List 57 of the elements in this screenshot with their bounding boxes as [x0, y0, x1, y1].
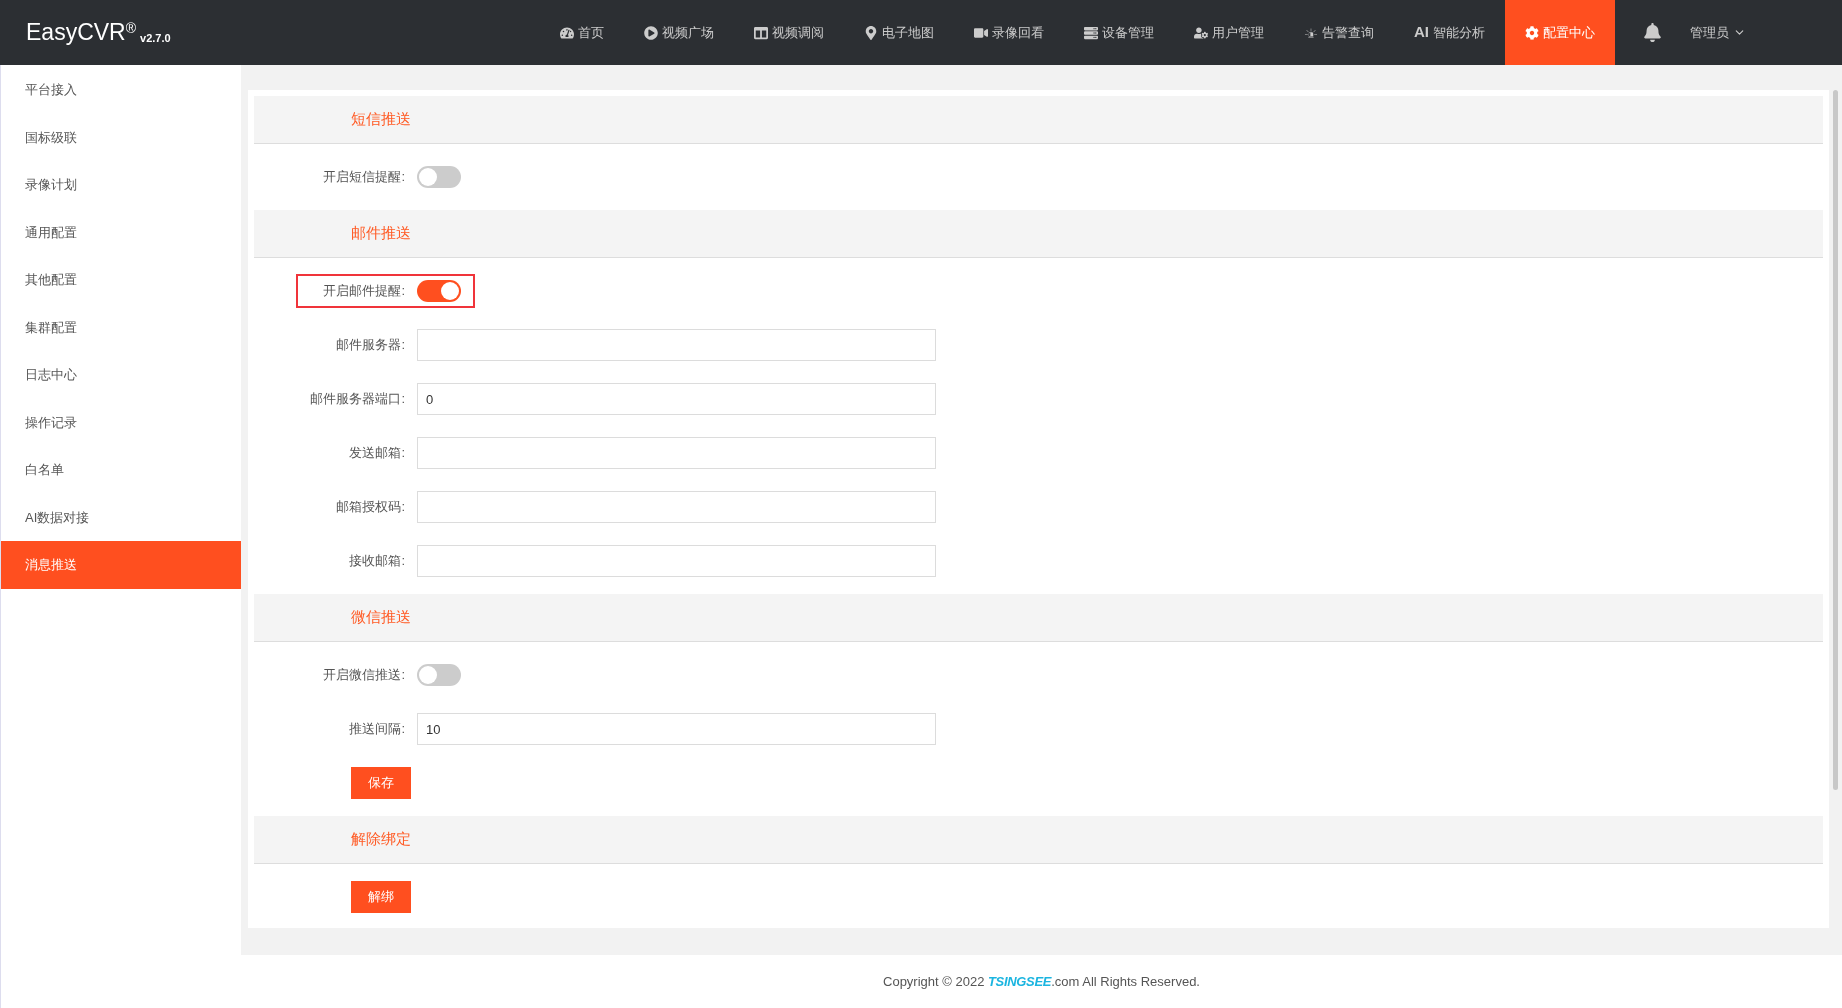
input-field[interactable]: 10: [417, 713, 936, 745]
sidebar-item[interactable]: 录像计划: [1, 161, 241, 209]
layout-icon: [754, 25, 768, 40]
nav-tab[interactable]: 用户管理: [1174, 0, 1284, 65]
map-pin-icon: [864, 25, 878, 40]
scrollbar[interactable]: [1833, 90, 1838, 790]
section-title: 微信推送: [351, 607, 411, 628]
copyright-text: Copyright © 2022: [883, 972, 986, 991]
field-label: 邮箱授权码:: [335, 498, 406, 517]
user-gear-icon: [1194, 25, 1208, 40]
nav-tab[interactable]: 设备管理: [1064, 0, 1174, 65]
dashboard-icon: [560, 25, 574, 40]
nav-tab[interactable]: 视频广场: [624, 0, 734, 65]
input-field[interactable]: [417, 329, 936, 361]
field-label: 邮件服务器:: [335, 336, 406, 355]
input-field[interactable]: [417, 437, 936, 469]
toggle-switch[interactable]: [417, 280, 461, 302]
play-icon: [644, 25, 658, 40]
toggle-switch[interactable]: [417, 664, 461, 686]
version-label: v2.7.0: [140, 30, 171, 46]
field-label: 发送邮箱:: [348, 444, 406, 463]
input-field[interactable]: [417, 491, 936, 523]
sidebar-item[interactable]: 集群配置: [1, 303, 241, 351]
field-label: 开启短信提醒:: [322, 168, 406, 187]
sidebar-item[interactable]: 平台接入: [1, 66, 241, 114]
sidebar-item[interactable]: AI数据对接: [1, 493, 241, 541]
sidebar-item[interactable]: 其他配置: [1, 256, 241, 304]
server-icon: [1084, 25, 1098, 40]
toggle-switch[interactable]: [417, 166, 461, 188]
brand-logo[interactable]: EasyCVR$^{®}$: [26, 21, 137, 44]
field-label: 邮件服务器端口:: [309, 390, 406, 409]
field-label: 开启微信推送:: [322, 666, 406, 685]
field-label: 开启邮件提醒:: [322, 282, 406, 301]
nav-tab[interactable]: AI 智能分析: [1394, 0, 1505, 65]
section-title: 解除绑定: [351, 829, 411, 850]
sidebar-item[interactable]: 操作记录: [1, 398, 241, 446]
settings-icon: [1525, 25, 1539, 40]
nav-tab[interactable]: 告警查询: [1284, 0, 1394, 65]
bell-icon[interactable]: [1643, 23, 1662, 42]
sidebar-item[interactable]: 通用配置: [1, 208, 241, 256]
sidebar-item[interactable]: 国标级联: [1, 113, 241, 161]
sidebar-item[interactable]: 白名单: [1, 446, 241, 494]
sidebar-item[interactable]: 日志中心: [1, 351, 241, 399]
nav-tab[interactable]: 视频调阅: [734, 0, 844, 65]
input-field[interactable]: [417, 545, 936, 577]
input-field[interactable]: 0: [417, 383, 936, 415]
field-label: 推送间隔:: [348, 720, 406, 739]
user-menu[interactable]: 管理员: [1690, 22, 1746, 43]
copyright-text: .com All Rights Reserved.: [1051, 972, 1200, 991]
ai-icon: AI: [1414, 21, 1429, 44]
section-title: 邮件推送: [351, 223, 411, 244]
nav-tab[interactable]: 录像回看: [954, 0, 1064, 65]
nav-tab[interactable]: 首页: [540, 0, 624, 65]
field-label: 接收邮箱:: [348, 552, 406, 571]
video-camera-icon: [974, 25, 988, 40]
nav-tab[interactable]: 电子地图: [844, 0, 954, 65]
section-title: 短信推送: [351, 109, 411, 130]
